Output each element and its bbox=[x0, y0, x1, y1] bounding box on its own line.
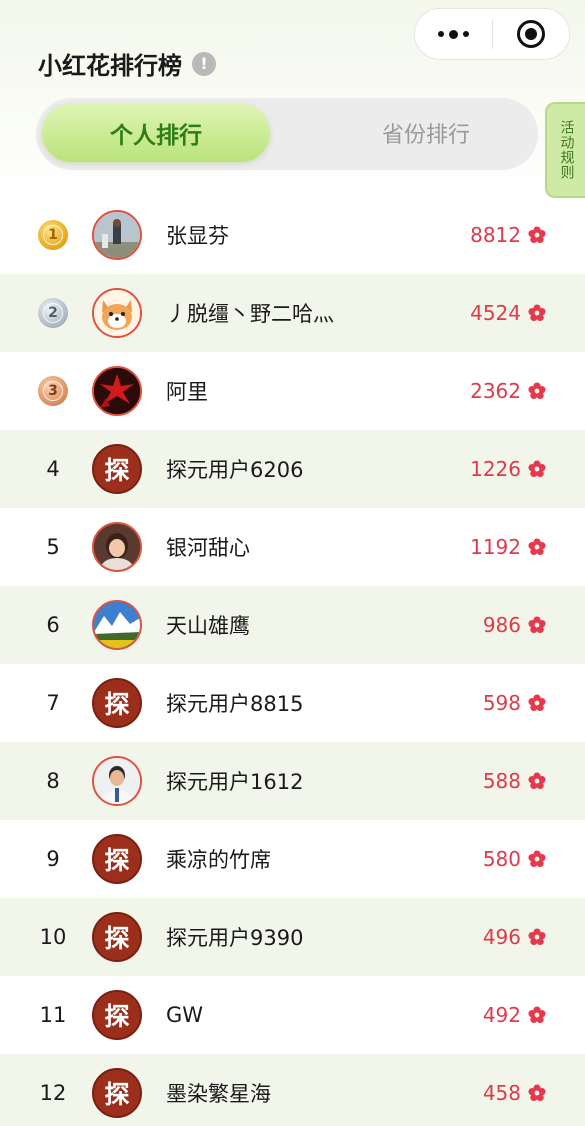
red-flower-icon bbox=[528, 694, 546, 712]
rank-number: 9 bbox=[46, 847, 60, 871]
red-flower-icon bbox=[528, 772, 546, 790]
flower-score: 1192 bbox=[470, 535, 521, 559]
ranking-row[interactable]: 5 银河甜心 1192 bbox=[0, 508, 585, 586]
rank-number: 7 bbox=[46, 691, 60, 715]
red-flower-icon bbox=[528, 616, 546, 634]
red-flower-icon bbox=[528, 538, 546, 556]
user-name: 张显芬 bbox=[166, 224, 229, 248]
ranking-list: 1 张显芬 8812 2 丿脱缰丶野二哈灬 4524 3 阿里 2362 4 探… bbox=[0, 196, 585, 1126]
page-title: 小红花排行榜 ! bbox=[38, 46, 216, 81]
bronze-medal-icon: 3 bbox=[38, 376, 68, 406]
flower-score: 4524 bbox=[470, 301, 521, 325]
avatar: 探 bbox=[92, 1068, 142, 1118]
user-name: 探元用户8815 bbox=[166, 692, 304, 716]
ranking-row[interactable]: 10 探 探元用户9390 496 bbox=[0, 898, 585, 976]
flower-score: 588 bbox=[482, 769, 521, 793]
avatar bbox=[92, 522, 142, 572]
avatar: 探 bbox=[92, 912, 142, 962]
user-name: 探元用户6206 bbox=[166, 458, 304, 482]
red-flower-icon bbox=[528, 928, 546, 946]
more-menu-button[interactable] bbox=[415, 9, 492, 59]
tab-province-ranking[interactable]: 省份排行 bbox=[326, 104, 526, 162]
avatar bbox=[92, 366, 142, 416]
flower-score: 598 bbox=[482, 691, 521, 715]
flower-score: 986 bbox=[482, 613, 521, 637]
avatar bbox=[92, 756, 142, 806]
red-flower-icon bbox=[528, 226, 546, 244]
red-flower-icon bbox=[528, 850, 546, 868]
user-name: 探元用户9390 bbox=[166, 926, 304, 950]
ranking-row[interactable]: 11 探 GW 492 bbox=[0, 976, 585, 1054]
target-close-icon bbox=[516, 20, 545, 48]
gold-medal-icon: 1 bbox=[38, 220, 68, 250]
rank-number: 11 bbox=[39, 1003, 67, 1027]
ranking-row[interactable]: 3 阿里 2362 bbox=[0, 352, 585, 430]
ranking-row[interactable]: 8 探元用户1612 588 bbox=[0, 742, 585, 820]
avatar: 探 bbox=[92, 444, 142, 494]
rank-number: 5 bbox=[46, 535, 60, 559]
avatar: 探 bbox=[92, 990, 142, 1040]
user-name: 阿里 bbox=[166, 380, 208, 404]
avatar bbox=[92, 288, 142, 338]
user-name: 探元用户1612 bbox=[166, 770, 304, 794]
user-name: 丿脱缰丶野二哈灬 bbox=[166, 302, 334, 326]
avatar bbox=[92, 210, 142, 260]
ranking-tab-bar: 个人排行 省份排行 bbox=[36, 98, 538, 170]
ranking-row[interactable]: 7 探 探元用户8815 598 bbox=[0, 664, 585, 742]
ranking-row[interactable]: 9 探 乘凉的竹席 580 bbox=[0, 820, 585, 898]
user-name: 天山雄鹰 bbox=[166, 614, 250, 638]
rank-number: 4 bbox=[46, 457, 60, 481]
mini-program-capsule bbox=[414, 8, 570, 60]
user-name: 乘凉的竹席 bbox=[166, 848, 271, 872]
red-flower-icon bbox=[528, 1084, 546, 1102]
avatar: 探 bbox=[92, 834, 142, 884]
ranking-row[interactable]: 12 探 墨染繁星海 458 bbox=[0, 1054, 585, 1126]
red-flower-icon bbox=[528, 382, 546, 400]
red-flower-icon bbox=[528, 1006, 546, 1024]
tab-personal-ranking[interactable]: 个人排行 bbox=[42, 104, 270, 162]
rank-number: 8 bbox=[46, 769, 60, 793]
flower-score: 1226 bbox=[470, 457, 521, 481]
flower-score: 580 bbox=[482, 847, 521, 871]
activity-rules-button[interactable]: 活动规则 bbox=[545, 102, 585, 198]
ranking-row[interactable]: 4 探 探元用户6206 1226 bbox=[0, 430, 585, 508]
rank-number: 10 bbox=[39, 925, 67, 949]
red-flower-icon bbox=[528, 460, 546, 478]
rank-number: 12 bbox=[39, 1081, 67, 1105]
flower-score: 458 bbox=[482, 1081, 521, 1105]
ranking-row[interactable]: 1 张显芬 8812 bbox=[0, 196, 585, 274]
more-dots-icon bbox=[437, 29, 469, 39]
flower-score: 496 bbox=[482, 925, 521, 949]
ranking-row[interactable]: 2 丿脱缰丶野二哈灬 4524 bbox=[0, 274, 585, 352]
avatar bbox=[92, 600, 142, 650]
page-title-text: 小红花排行榜 bbox=[38, 52, 182, 80]
info-icon[interactable]: ! bbox=[192, 51, 216, 76]
user-name: GW bbox=[166, 1003, 204, 1027]
close-mini-program-button[interactable] bbox=[493, 9, 570, 59]
user-name: 银河甜心 bbox=[166, 536, 250, 560]
red-flower-icon bbox=[528, 304, 546, 322]
ranking-row[interactable]: 6 天山雄鹰 986 bbox=[0, 586, 585, 664]
user-name: 墨染繁星海 bbox=[166, 1082, 271, 1106]
flower-score: 2362 bbox=[470, 379, 521, 403]
flower-score: 8812 bbox=[470, 223, 521, 247]
rank-number: 6 bbox=[46, 613, 60, 637]
avatar: 探 bbox=[92, 678, 142, 728]
flower-score: 492 bbox=[482, 1003, 521, 1027]
silver-medal-icon: 2 bbox=[38, 298, 68, 328]
